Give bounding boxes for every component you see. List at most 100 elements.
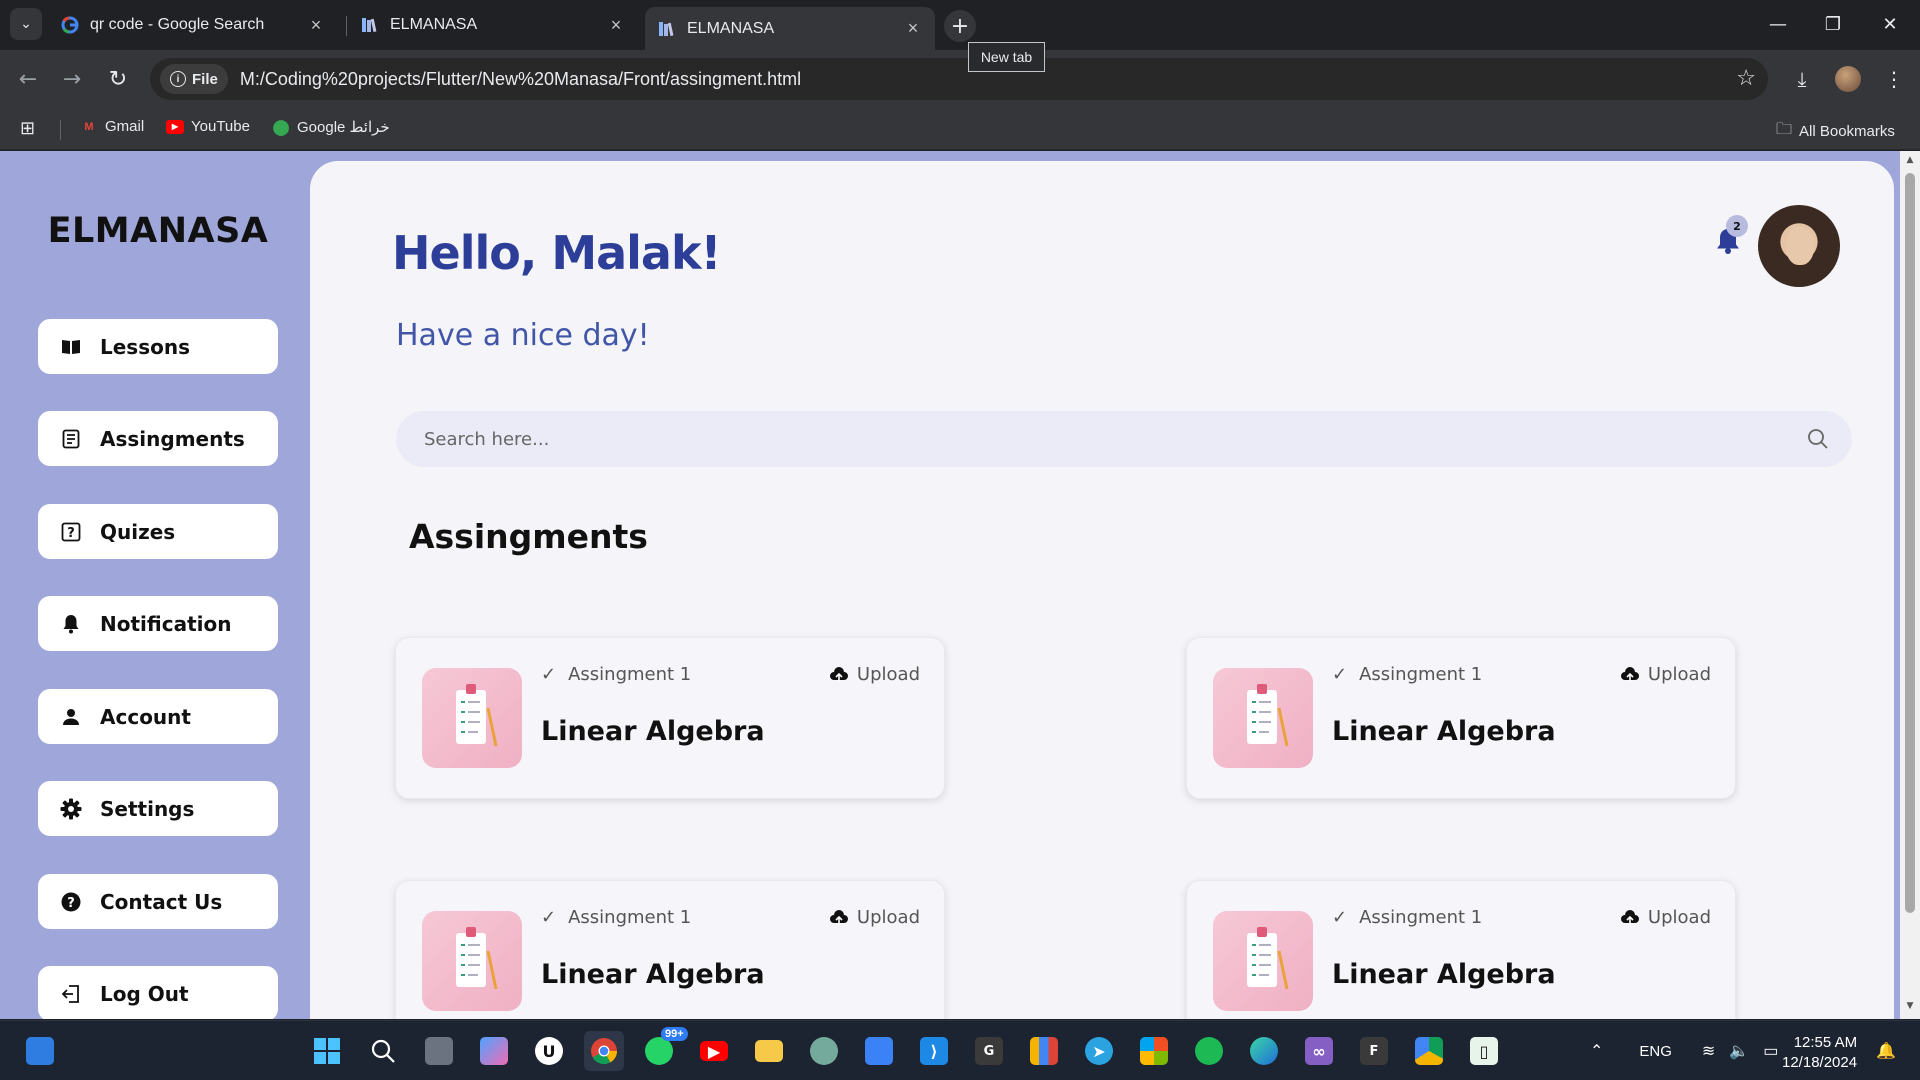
url-text[interactable]: M:/Coding%20projects/Flutter/New%20Manas… [240, 69, 801, 90]
tab-search-button[interactable]: ⌄ [10, 8, 42, 40]
restore-button[interactable]: ❐ [1813, 8, 1853, 40]
visual-studio-app[interactable]: ∞ [1299, 1031, 1339, 1071]
browser-tab-elmanasa[interactable]: ELMANASA × [348, 8, 638, 42]
assignment-card[interactable]: ✓ Assingment 1 Upload Linear Algebra [395, 637, 945, 799]
svg-text:?: ? [67, 526, 75, 541]
notification-center-button[interactable]: 🔔 [1876, 1021, 1896, 1080]
sidebar-item-lessons[interactable]: Lessons [38, 319, 278, 374]
site-chip-label: File [192, 70, 218, 88]
uplay-app[interactable]: U [529, 1031, 569, 1071]
search-bar [396, 411, 1852, 467]
battery-icon[interactable]: ▭ [1763, 1041, 1778, 1061]
back-button[interactable]: ← [12, 63, 44, 95]
clock[interactable]: 12:55 AM 12/18/2024 [1782, 1033, 1857, 1073]
sidebar-item-log-out[interactable]: Log Out [38, 966, 278, 1019]
f-app[interactable]: F [1354, 1031, 1394, 1071]
sidebar-item-contact-us[interactable]: ? Contact Us [38, 874, 278, 929]
charts-app[interactable] [1024, 1031, 1064, 1071]
bookmark-gmail[interactable]: M Gmail [80, 118, 144, 135]
avatar[interactable] [1758, 205, 1840, 287]
close-icon[interactable]: × [606, 15, 626, 35]
vscode-app[interactable]: ⟩ [914, 1031, 954, 1071]
telegram-app[interactable]: ➤ [1079, 1031, 1119, 1071]
close-window-button[interactable]: ✕ [1870, 8, 1910, 40]
taskbar-search-button[interactable] [363, 1031, 403, 1071]
assignment-card[interactable]: ✓ Assingment 1 Upload Linear Algebra [1186, 880, 1736, 1019]
cloud-upload-icon [1620, 909, 1639, 925]
sidebar-item-label: Notification [100, 611, 232, 636]
ms-store-app[interactable] [1134, 1031, 1174, 1071]
upload-button[interactable]: Upload [1620, 664, 1711, 685]
close-icon[interactable]: × [903, 18, 923, 39]
browser-tab-strip: ⌄ qr code - Google Search × ELMANASA × E… [0, 0, 1920, 72]
download-button[interactable]: ⤓ [1786, 63, 1818, 95]
scroll-up-icon[interactable]: ▲ [1904, 155, 1916, 167]
address-bar[interactable]: i File M:/Coding%20projects/Flutter/New%… [150, 58, 1768, 100]
assignment-card[interactable]: ✓ Assingment 1 Upload Linear Algebra [1186, 637, 1736, 799]
search-input[interactable] [424, 428, 1764, 450]
edge-app[interactable] [1244, 1031, 1284, 1071]
start-button[interactable] [307, 1031, 347, 1071]
widgets-button[interactable] [20, 1031, 60, 1071]
new-tab-button[interactable]: + [944, 10, 976, 42]
device-app[interactable]: ▯ [1464, 1031, 1504, 1071]
page-scrollbar[interactable]: ▲ ▼ [1900, 151, 1920, 1019]
course-title: Linear Algebra [1332, 716, 1556, 747]
minimize-button[interactable]: — [1758, 8, 1798, 40]
gear-icon [60, 798, 82, 820]
file-explorer-app[interactable] [749, 1031, 789, 1071]
volume-icon[interactable]: 🔈 [1729, 1041, 1749, 1061]
google-drive-app[interactable] [1409, 1031, 1449, 1071]
notepad-app[interactable] [859, 1031, 899, 1071]
chatgpt-app[interactable] [804, 1031, 844, 1071]
section-title: Assingments [409, 517, 648, 556]
sidebar-item-label: Contact Us [100, 889, 223, 914]
clock-date: 12/18/2024 [1782, 1054, 1858, 1071]
tab-title: qr code - Google Search [90, 16, 265, 33]
sidebar-item-account[interactable]: Account [38, 689, 278, 744]
star-icon[interactable]: ☆ [1736, 66, 1756, 91]
books-icon [657, 19, 677, 39]
assignment-card[interactable]: ✓ Assingment 1 Upload Linear Algebra [395, 880, 945, 1019]
profile-button[interactable] [1832, 63, 1864, 95]
spotify-app[interactable] [1189, 1031, 1229, 1071]
upload-button[interactable]: Upload [829, 664, 920, 685]
menu-button[interactable]: ⋮ [1878, 63, 1910, 95]
sidebar-item-assignments[interactable]: Assingments [38, 411, 278, 466]
sidebar-item-quizes[interactable]: ? Quizes [38, 504, 278, 559]
upload-button[interactable]: Upload [829, 907, 920, 928]
site-info-chip[interactable]: i File [160, 64, 228, 94]
search-icon[interactable] [1806, 427, 1830, 451]
bookmark-youtube[interactable]: ▶ YouTube [166, 118, 250, 135]
scrollbar-thumb[interactable] [1905, 173, 1915, 913]
upload-label: Upload [856, 664, 920, 685]
visual-studio-icon: ∞ [1305, 1037, 1333, 1065]
sidebar-item-settings[interactable]: Settings [38, 781, 278, 836]
chrome-app[interactable] [584, 1031, 624, 1071]
reload-button[interactable]: ↻ [102, 63, 134, 95]
browser-tab-elmanasa-active[interactable]: ELMANASA × [645, 7, 935, 50]
g-app-icon: G [975, 1037, 1003, 1065]
upload-button[interactable]: Upload [1620, 907, 1711, 928]
browser-tab-google[interactable]: qr code - Google Search × [48, 8, 338, 42]
g-app[interactable]: G [969, 1031, 1009, 1071]
bookmark-maps[interactable]: ⬤ Google خرائط [272, 118, 390, 136]
sidebar-item-notification[interactable]: Notification [38, 596, 278, 651]
language-indicator[interactable]: ENG [1639, 1043, 1672, 1060]
forward-button[interactable]: → [56, 63, 88, 95]
wifi-icon[interactable]: ≋ [1702, 1041, 1715, 1061]
tab-title: ELMANASA [687, 19, 775, 37]
close-icon[interactable]: × [306, 15, 326, 35]
telegram-icon: ➤ [1085, 1037, 1113, 1065]
whatsapp-app[interactable]: 99+ [639, 1027, 688, 1071]
scroll-down-icon[interactable]: ▼ [1904, 1001, 1916, 1013]
copilot-app[interactable] [474, 1031, 514, 1071]
apps-button[interactable]: ⊞ [20, 118, 35, 139]
youtube-app[interactable]: ▶ [694, 1031, 734, 1071]
tab-title: ELMANASA [390, 16, 478, 33]
task-view-button[interactable] [419, 1031, 459, 1071]
bookmarks-bar: ⊞ M Gmail ▶ YouTube ⬤ Google خرائط 🗀 All… [0, 108, 1920, 150]
all-bookmarks-button[interactable]: 🗀 All Bookmarks [1776, 118, 1895, 145]
chevron-up-icon[interactable]: ⌃ [1590, 1041, 1603, 1061]
bar-chart-icon [1030, 1037, 1058, 1065]
